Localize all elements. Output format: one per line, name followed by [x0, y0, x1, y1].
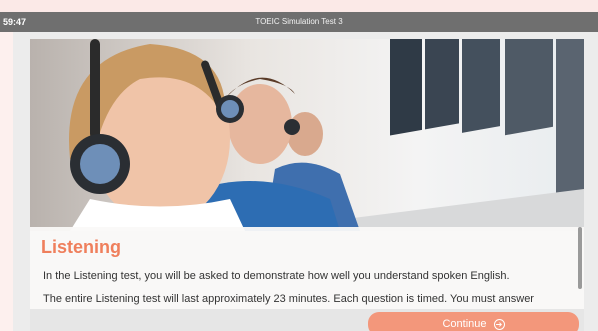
- section-heading: Listening: [41, 237, 121, 257]
- title-bar: 59:47 TOEIC Simulation Test 3: [0, 12, 598, 32]
- continue-button[interactable]: Continue ➔: [368, 312, 579, 331]
- section-content: Listening In the Listening test, you wil…: [30, 227, 584, 309]
- instruction-paragraph: The entire Listening test will last appr…: [43, 293, 534, 305]
- listening-hero-image: [30, 39, 584, 231]
- top-strip: [0, 0, 598, 12]
- hero-illustration: [69, 39, 584, 231]
- content-scrollbar[interactable]: [578, 227, 582, 289]
- continue-label: Continue: [442, 318, 487, 330]
- instruction-paragraph: In the Listening test, you will be asked…: [43, 270, 510, 282]
- arrow-right-circle-icon: ➔: [493, 318, 505, 330]
- test-title: TOEIC Simulation Test 3: [255, 17, 343, 26]
